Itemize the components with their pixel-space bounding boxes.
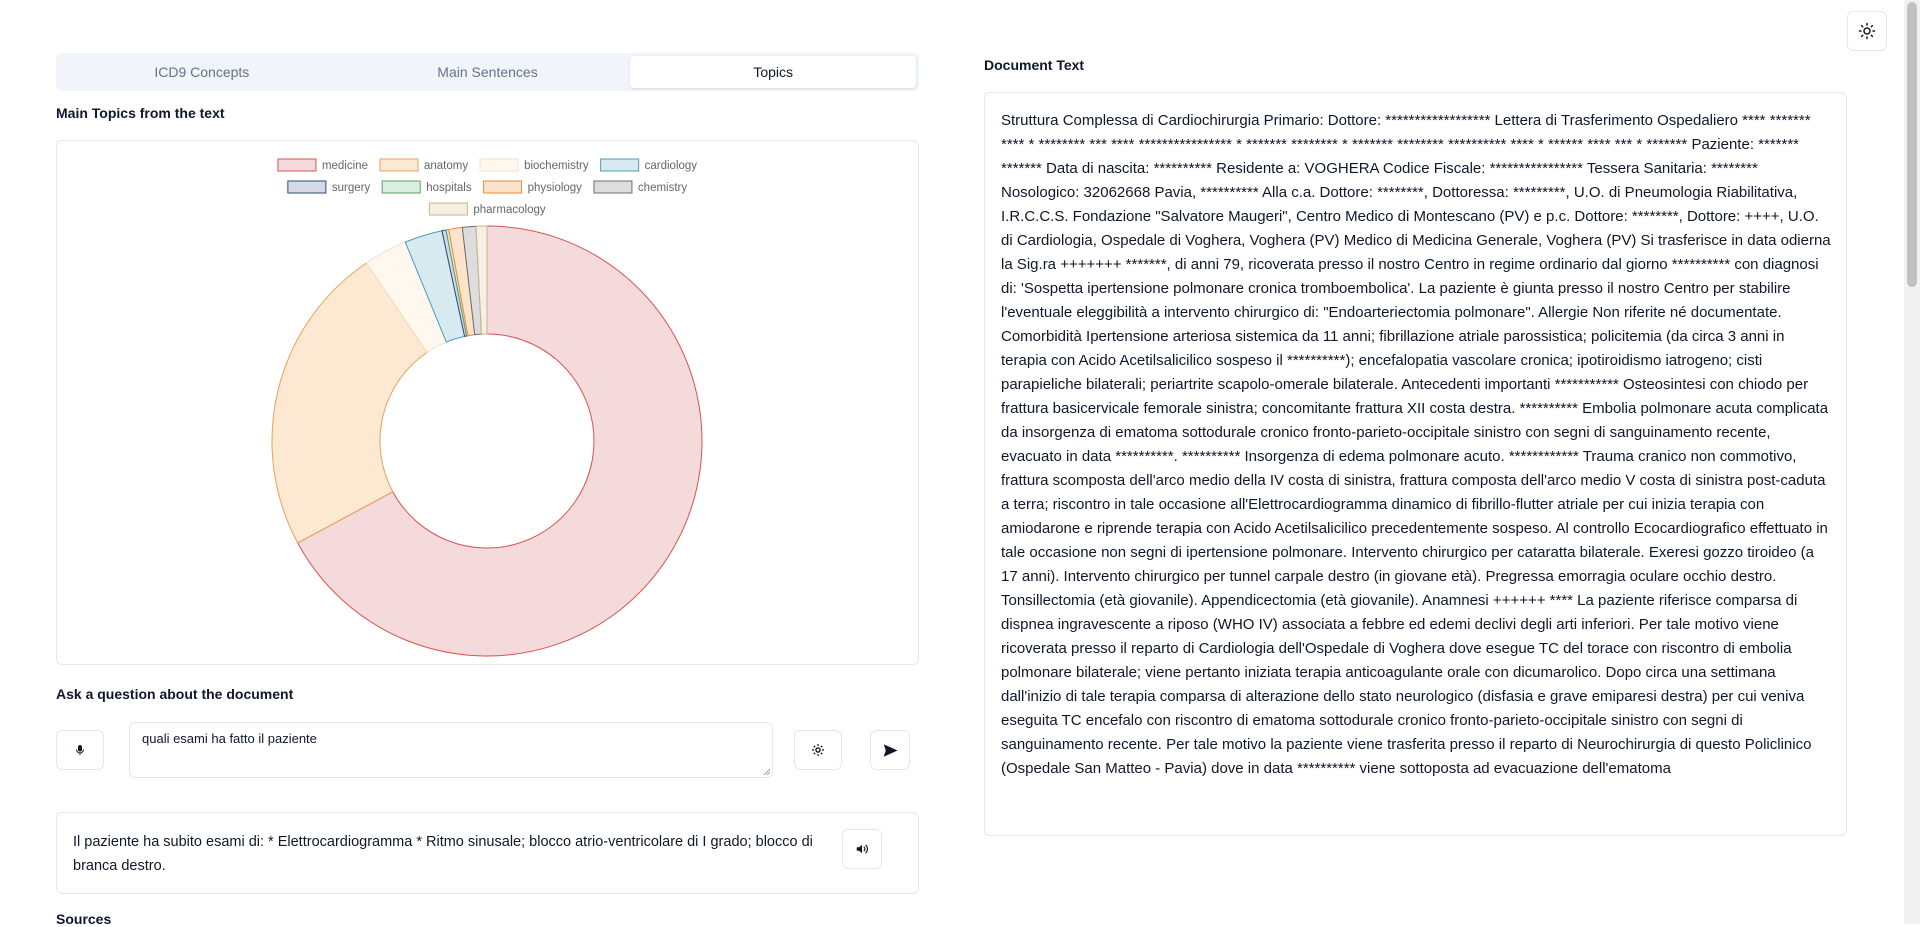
sources-title: Sources <box>56 911 112 927</box>
legend-label-anatomy[interactable]: anatomy <box>424 160 468 172</box>
legend-label-hospitals[interactable]: hospitals <box>426 182 472 194</box>
send-button[interactable] <box>870 730 910 770</box>
answer-card: Il paziente ha subito esami di: * Elettr… <box>56 812 919 894</box>
legend-label-cardiology[interactable]: cardiology <box>645 160 698 172</box>
tab-icd9-concepts[interactable]: ICD9 Concepts <box>59 56 345 88</box>
legend-swatch-physiology[interactable] <box>483 180 523 194</box>
legend-swatch-chemistry[interactable] <box>593 180 633 194</box>
legend-label-pharmacology[interactable]: pharmacology <box>473 204 545 216</box>
legend-label-physiology[interactable]: physiology <box>528 182 583 194</box>
answer-text: Il paziente ha subito esami di: * Elettr… <box>73 834 813 874</box>
legend-label-biochemistry[interactable]: biochemistry <box>524 160 589 172</box>
topics-title: Main Topics from the text <box>56 105 225 121</box>
page-scrollbar-thumb[interactable] <box>1907 2 1917 287</box>
document-text: Struttura Complessa di Cardiochirurgia P… <box>1001 112 1831 777</box>
microphone-button[interactable] <box>56 730 104 770</box>
document-text-card[interactable]: Struttura Complessa di Cardiochirurgia P… <box>984 92 1847 836</box>
resize-grip-icon[interactable] <box>763 768 771 776</box>
microphone-icon <box>76 745 84 755</box>
topics-donut-chart: medicine anatomy biochemistry cardiology sur… <box>271 158 703 657</box>
legend-swatch-hospitals[interactable] <box>381 180 421 194</box>
legend-label-medicine[interactable]: medicine <box>322 160 368 172</box>
gear-icon <box>812 744 824 756</box>
send-icon <box>883 743 898 757</box>
read-aloud-button[interactable] <box>842 829 882 869</box>
legend-label-chemistry[interactable]: chemistry <box>638 182 687 194</box>
legend-swatch-surgery[interactable] <box>287 180 327 194</box>
legend-swatch-medicine[interactable] <box>277 158 317 172</box>
legend-swatch-biochemistry[interactable] <box>479 158 519 172</box>
legend-label-surgery[interactable]: surgery <box>332 182 371 194</box>
document-title: Document Text <box>984 57 1085 73</box>
tab-main-sentences[interactable]: Main Sentences <box>345 56 631 88</box>
question-title: Ask a question about the document <box>56 686 294 702</box>
sun-icon <box>1858 22 1876 40</box>
tab-topics[interactable]: Topics <box>630 56 917 88</box>
question-input[interactable] <box>129 722 773 778</box>
topics-chart-card: medicine anatomy biochemistry cardiology sur… <box>56 140 919 665</box>
speaker-icon <box>856 844 868 854</box>
legend-swatch-pharmacology[interactable] <box>428 202 468 216</box>
legend-swatch-cardiology[interactable] <box>600 158 640 172</box>
theme-toggle-button[interactable] <box>1847 11 1887 51</box>
legend-swatch-anatomy[interactable] <box>379 158 419 172</box>
settings-button[interactable] <box>794 730 842 770</box>
tab-list: ICD9 Concepts Main Sentences Topics <box>56 53 919 91</box>
